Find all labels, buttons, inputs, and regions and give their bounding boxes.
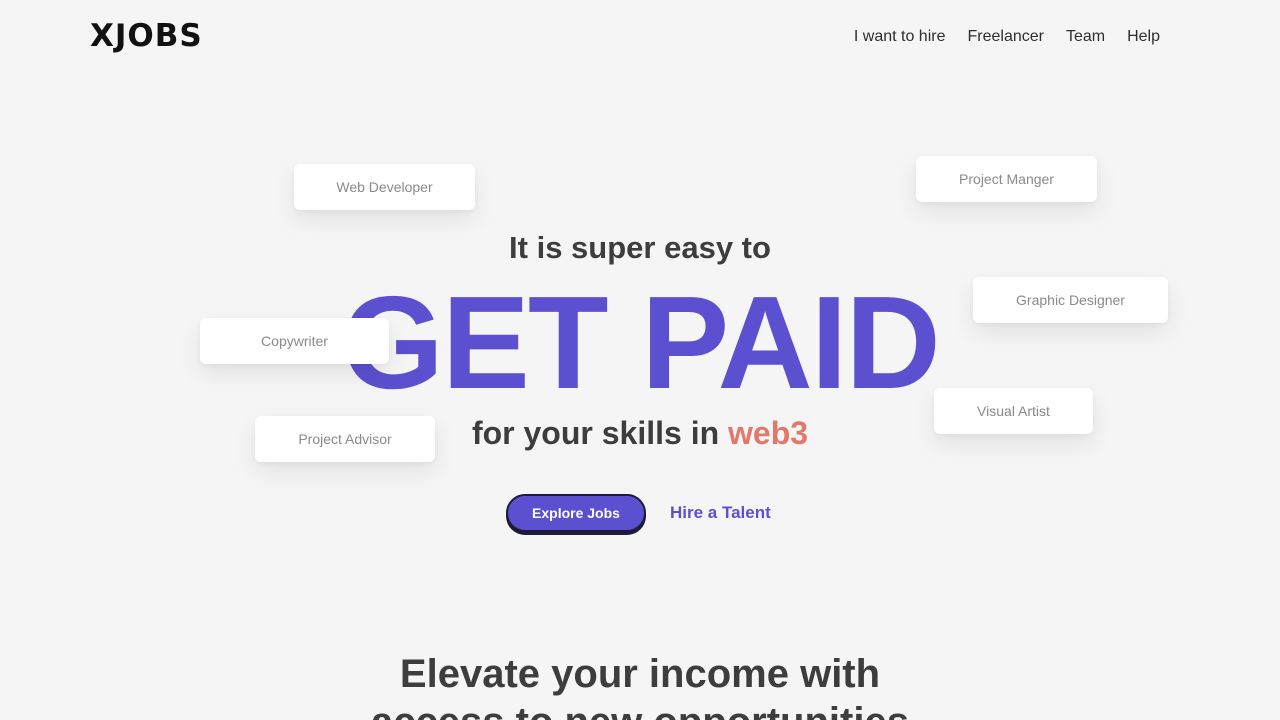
hero-tagline: for your skills in web3: [0, 412, 1280, 454]
cta-row: Explore Jobs Hire a Talent: [506, 494, 771, 532]
hero-subtitle: It is super easy to: [509, 230, 771, 265]
nav-hire[interactable]: I want to hire: [854, 26, 946, 48]
section-title: Elevate your income with access to new o…: [0, 650, 1280, 720]
landing-page: XJOBS I want to hire Freelancer Team Hel…: [0, 0, 1280, 720]
nav-team[interactable]: Team: [1066, 26, 1105, 48]
tag-project-manager: Project Manger: [916, 156, 1097, 202]
section-title-line1: Elevate your income with: [399, 652, 881, 696]
nav-freelancer[interactable]: Freelancer: [967, 26, 1043, 48]
hero-tagline-prefix: for your skills in: [471, 415, 729, 451]
tag-web-developer: Web Developer: [294, 164, 475, 210]
section-title-line2: access to new opportunities: [0, 698, 1280, 720]
tag-copywriter: Copywriter: [200, 318, 389, 364]
hero-title: GET PAID: [341, 269, 941, 416]
hire-talent-link[interactable]: Hire a Talent: [670, 503, 771, 523]
explore-jobs-button[interactable]: Explore Jobs: [506, 494, 646, 532]
nav-help[interactable]: Help: [1127, 26, 1160, 48]
hero-tagline-accent: web3: [728, 415, 809, 451]
top-nav: I want to hire Freelancer Team Help: [854, 26, 1160, 48]
logo-text: XJOBS: [90, 18, 203, 54]
xjobs-logo[interactable]: XJOBS: [90, 18, 203, 54]
